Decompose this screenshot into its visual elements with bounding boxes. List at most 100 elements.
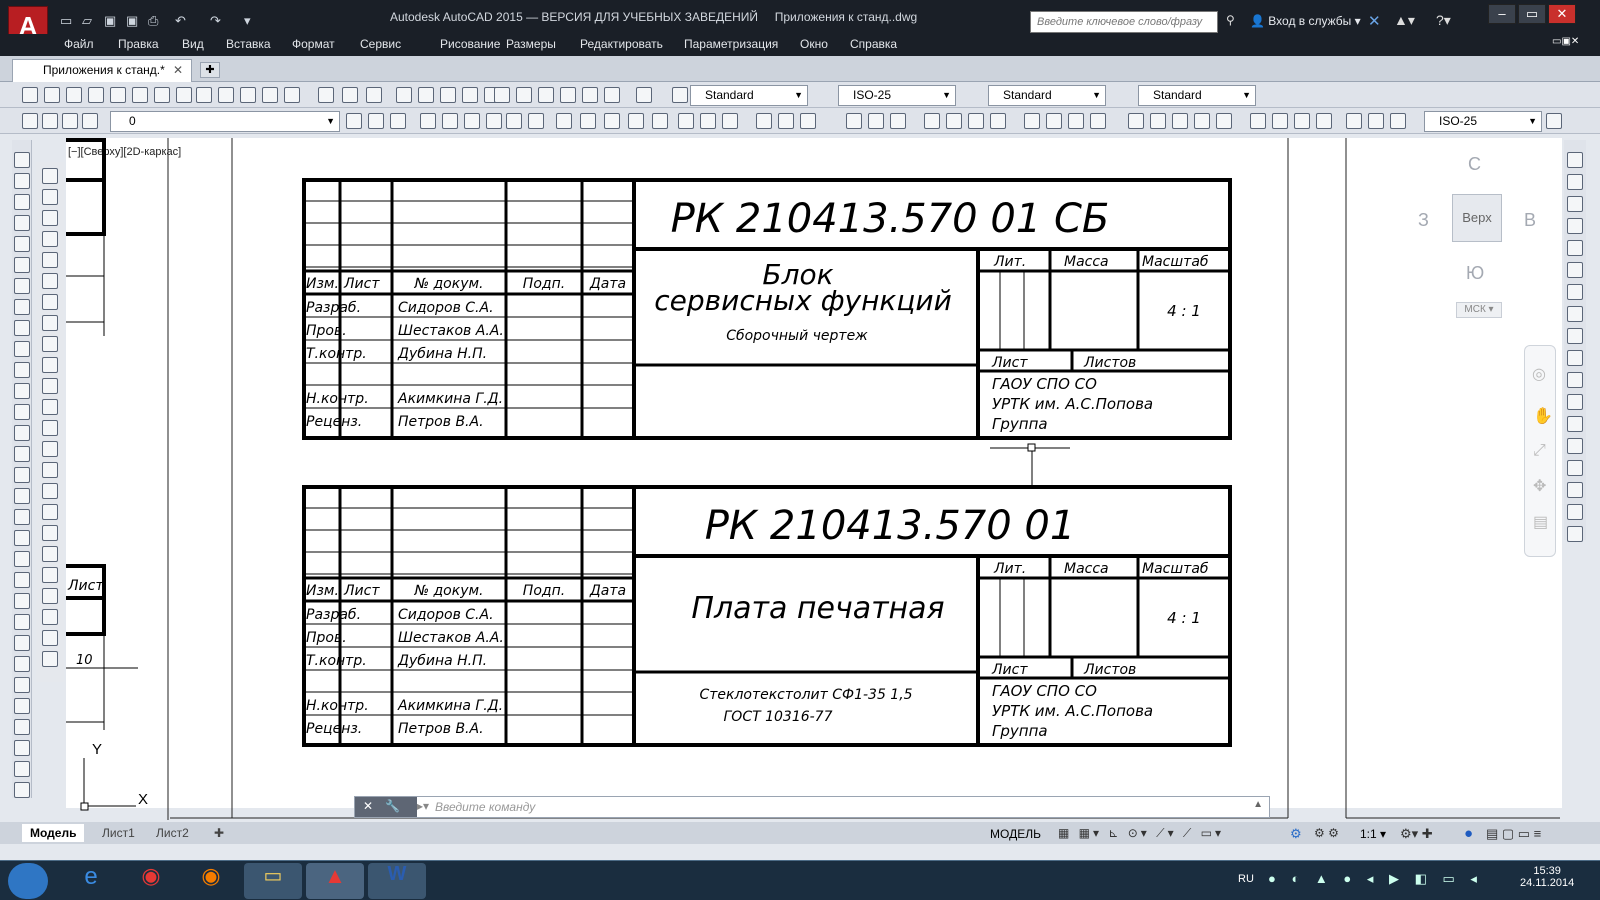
annotation-visibility-icon[interactable]: ⚙ [1290,826,1302,842]
stamp-text: Масса [1064,561,1109,577]
stamp-text: Лист [343,583,380,599]
stamp-text: Масштаб [1142,561,1209,577]
stamp-designation: РК 210413.570 01 [705,503,1076,549]
workspace-gear-icon[interactable]: ⚙▾ ✚ [1400,826,1433,842]
language-indicator[interactable]: RU [1238,873,1254,885]
stamp-text: Акимкина Г.Д. [397,391,503,407]
clock[interactable]: 15:39 24.11.2014 [1520,865,1574,889]
stamp-text: 4 : 1 [1167,302,1201,320]
stamp-text: Масса [1064,254,1109,270]
tray-icons[interactable]: ● ◐ ▲ ● ◂ ▶ ◧ ▭ ◂ [1268,871,1483,887]
stamp-text: Н.контр. [306,698,369,714]
command-line[interactable]: ✕ 🔧 ▸▾ Введите команду ▲ [354,796,1270,818]
annotation-icons[interactable]: ⚙ ⚙ [1314,826,1339,840]
viewcube-south[interactable]: Ю [1466,263,1484,284]
tab-sheet1[interactable]: Лист1 [94,824,143,842]
stamp-text: Петров В.А. [398,721,484,737]
stamp-text: Разраб. [306,607,361,623]
pan-icon[interactable]: ✋ [1533,406,1553,426]
stamp-text: Т.контр. [306,653,367,669]
title-block-pcb: Изм. Лист № докум. Подп. ДатаРазраб. Сидоров … [302,485,1232,747]
orbit-icon[interactable]: ✥ [1533,476,1546,496]
navigation-bar: ◎ ✋ ⤢ ✥ ▤ [1524,345,1556,557]
steering-wheel-icon[interactable]: ◎ [1532,364,1546,384]
status-bar: МОДЕЛЬ ▦ ▦▾ ⊾ ⊙▾ ⟋▾ ⟋ ▭▾ ⚙ ⚙ ⚙ 1:1 ▾ ⚙▾ … [980,824,1580,844]
autocad-taskbar-icon[interactable]: ▲ [306,863,364,899]
autocad-window: A ▭ ▱ ▣ ▣ ⎙ ↶ ↷ ▾ Autodesk AutoCAD 2015 … [0,0,1600,900]
status-misc-icons[interactable]: ▤ ▢ ▭ ≡ [1486,826,1541,842]
viewcube-west[interactable]: З [1418,210,1429,231]
tab-model[interactable]: Модель [22,824,85,842]
command-input[interactable]: Введите команду [435,800,535,814]
start-button[interactable] [8,863,48,899]
viewcube-north[interactable]: С [1468,154,1481,175]
stamp-text: № докум. [413,583,483,599]
add-layout-button[interactable]: ✚ [206,824,232,842]
stamp-text: Лист [991,355,1028,371]
stamp-text: Н.контр. [306,391,369,407]
stamp-text: Дубина Н.П. [397,653,487,669]
grid-snap-icons[interactable]: ▦ ▦▾ ⊾ ⊙▾ ⟋▾ ⟋ ▭▾ [1058,826,1224,841]
stamp-text: Реценз. [306,414,362,430]
stamp-text: Стеклотекстолит СФ1-35 1,5 [699,687,912,703]
ucs-menu[interactable]: МСК ▾ [1456,302,1502,318]
stamp-text: Лист [991,662,1028,678]
stamp-text: Т.контр. [306,346,367,362]
stamp-text: № докум. [413,276,483,292]
stamp-text: Реценз. [306,721,362,737]
stamp-text: Пров. [306,630,347,646]
ie-taskbar-icon[interactable]: e [62,863,120,899]
showmotion-icon[interactable]: ▤ [1533,512,1548,532]
stamp-text: Пров. [306,323,347,339]
drawing-canvas: Y X Лист 10 Изм. Лист № докум. Подп. ДатаРаз… [66,138,1560,820]
isolate-objects-icon[interactable]: ● [1464,825,1473,842]
annotation-scale[interactable]: 1:1 ▾ [1360,827,1386,841]
stamp-text: УРТК им. А.С.Попова [992,395,1153,413]
stamp-designation: РК 210413.570 01 СБ [671,196,1110,242]
stamp-text: Подп. [523,276,565,292]
stamp-text: УРТК им. А.С.Попова [992,702,1153,720]
command-history-icon[interactable]: ▲ [1253,799,1263,810]
stamp-text: Дата [589,583,626,599]
wrench-icon[interactable]: 🔧 [385,799,400,813]
explorer-taskbar-icon[interactable]: ▭ [244,863,302,899]
word-taskbar-icon[interactable]: W [368,863,426,899]
close-command-icon[interactable]: ✕ [363,799,373,813]
stamp-text: ГОСТ 10316-77 [724,709,833,725]
stamp-text: Группа [992,722,1048,740]
crosshair-cursor [1027,443,1036,452]
stamp-name: Плата печатная [691,591,944,626]
stamp-text: Сидоров С.А. [398,300,494,316]
stamp-text: Лит. [993,254,1026,270]
tab-sheet2[interactable]: Лист2 [148,824,197,842]
chrome-taskbar-icon[interactable]: ◉ [122,863,180,899]
model-space-toggle[interactable]: МОДЕЛЬ [990,827,1041,841]
stamp-text: Сидоров С.А. [398,607,494,623]
stamp-text: Петров В.А. [398,414,484,430]
firefox-taskbar-icon[interactable]: ◉ [182,863,240,899]
stamp-text: Масштаб [1142,254,1209,270]
stamp-text: Лист [343,276,380,292]
zoom-extents-icon[interactable]: ⤢ [1533,442,1546,460]
stamp-text: Шестаков А.А. [398,323,504,339]
stamp-text: Дубина Н.П. [397,346,487,362]
stamp-text: Шестаков А.А. [398,630,504,646]
viewcube-top[interactable]: Верх [1452,194,1502,242]
stamp-text: Изм. [306,276,339,292]
command-line-header: ✕ 🔧 [355,797,417,817]
stamp-text: Группа [992,415,1048,433]
stamp-text: ГАОУ СПО СО [992,682,1097,700]
ucs-x-label: X [138,791,148,808]
stamp-text: Листов [1083,355,1136,371]
left-fragment-list: Лист [67,578,104,594]
stamp-text: Сборочный чертеж [726,328,868,344]
left-fragment-dim: 10 [76,653,93,668]
stamp-text: Подп. [523,583,565,599]
windows-taskbar: e ◉ ◉ ▭ ▲ W RU ● ◐ ▲ ● ◂ ▶ ◧ ▭ ◂ 15:39 24… [0,860,1600,900]
title-block-assembly: Изм. Лист № докум. Подп. ДатаРазраб. Сидоров … [302,178,1232,440]
stamp-text: Разраб. [306,300,361,316]
stamp-text: Изм. [306,583,339,599]
stamp-text: Листов [1083,662,1136,678]
viewcube-east[interactable]: В [1524,210,1536,231]
stamp-text: 4 : 1 [1167,609,1201,627]
